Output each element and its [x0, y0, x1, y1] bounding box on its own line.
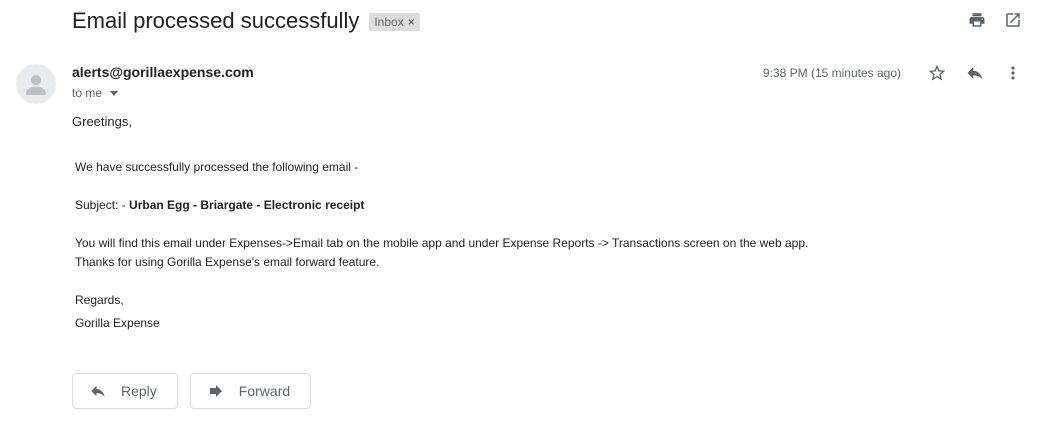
- sender-avatar[interactable]: [16, 64, 56, 104]
- email-header: Email processed successfully Inbox ×: [72, 8, 420, 34]
- message-actions: [927, 63, 1023, 83]
- more-vert-icon[interactable]: [1003, 63, 1023, 83]
- body-line-location: You will find this email under Expenses-…: [75, 236, 809, 250]
- body-line-processed: We have successfully processed the follo…: [75, 160, 359, 174]
- forward-label: Forward: [238, 383, 291, 399]
- recipient-details-toggle[interactable]: to me: [72, 86, 119, 100]
- body-signature: Gorilla Expense: [75, 316, 160, 330]
- reply-label: Reply: [121, 383, 157, 399]
- message-timestamp: 9:38 PM (15 minutes ago): [762, 66, 901, 80]
- body-line-thanks: Thanks for using Gorilla Expense's email…: [75, 255, 380, 269]
- email-subject: Email processed successfully: [72, 8, 360, 33]
- star-icon[interactable]: [927, 63, 947, 83]
- subject-prefix: Subject: -: [75, 198, 130, 212]
- remove-label-icon[interactable]: ×: [408, 15, 415, 29]
- thread-toolbar: [967, 10, 1023, 30]
- inbox-label-chip[interactable]: Inbox ×: [369, 13, 420, 31]
- reply-icon[interactable]: [965, 63, 985, 83]
- sender-address[interactable]: alerts@gorillaexpense.com: [72, 64, 254, 80]
- label-text: Inbox: [374, 15, 404, 29]
- forward-icon: [207, 382, 225, 400]
- print-icon[interactable]: [967, 10, 987, 30]
- reply-button[interactable]: Reply: [72, 373, 178, 409]
- reply-icon: [89, 382, 107, 400]
- reply-forward-bar: Reply Forward: [72, 373, 312, 409]
- body-regards: Regards,: [75, 293, 124, 307]
- body-line-subject: Subject: - Urban Egg - Briargate - Elect…: [75, 196, 808, 215]
- greeting-text: Greetings,: [72, 114, 132, 129]
- message-body: We have successfully processed the follo…: [75, 158, 808, 333]
- receipt-subject: Urban Egg - Briargate - Electronic recei…: [129, 198, 365, 212]
- forward-button[interactable]: Forward: [189, 373, 312, 409]
- chevron-down-icon: [110, 90, 119, 96]
- recipient-label: to me: [72, 86, 103, 100]
- open-in-new-window-icon[interactable]: [1003, 10, 1023, 30]
- avatar-person-icon: [26, 75, 46, 95]
